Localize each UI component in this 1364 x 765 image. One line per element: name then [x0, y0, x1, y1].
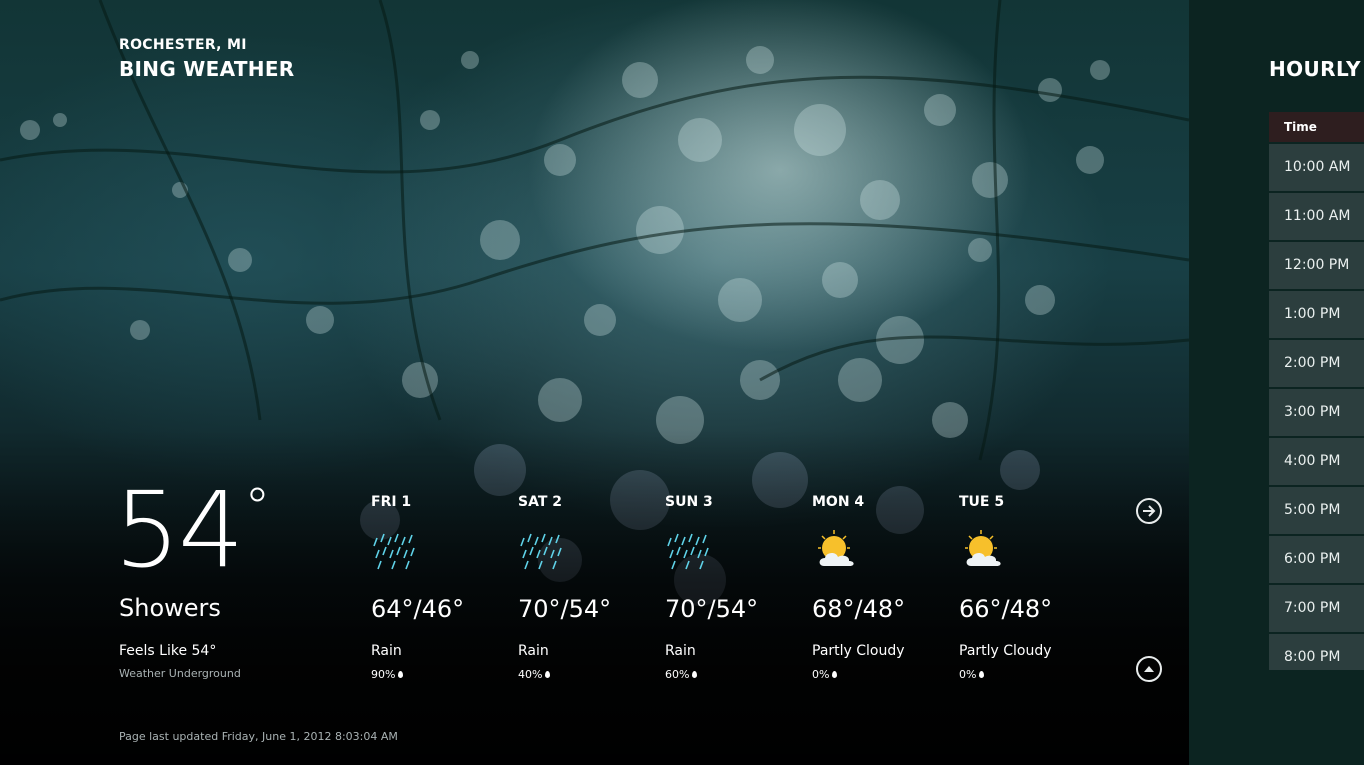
day-precipitation: 0%: [812, 668, 838, 681]
feels-like: Feels Like 54°: [119, 643, 217, 659]
hourly-panel: HOURLY Time 10:00 AM 11:00 AM 12:00 PM 1…: [1189, 0, 1364, 765]
day-name: SUN 3: [665, 494, 713, 510]
forecast-day[interactable]: TUE 5 66°/48° Partly Cloudy 0%: [959, 494, 1099, 681]
day-name: FRI 1: [371, 494, 412, 510]
hourly-time: 7:00 PM: [1284, 600, 1341, 616]
day-temperatures: 64°/46°: [371, 595, 465, 623]
day-precipitation: 60%: [665, 668, 698, 681]
hourly-row[interactable]: 11:00 AM: [1269, 193, 1364, 240]
next-forecast-button[interactable]: [1136, 498, 1162, 524]
time-column-header: Time: [1269, 112, 1364, 142]
rain-icon: [520, 533, 562, 570]
hourly-time: 6:00 PM: [1284, 551, 1341, 567]
time-header-label: Time: [1284, 120, 1317, 134]
day-temperatures: 68°/48°: [812, 595, 906, 623]
day-condition: Rain: [371, 643, 402, 659]
raindrop-icon: [398, 671, 404, 678]
day-precipitation: 90%: [371, 668, 404, 681]
precip-value: 0%: [812, 668, 830, 681]
hourly-row[interactable]: 8:00 PM: [1269, 634, 1364, 670]
arrow-right-icon: [1143, 505, 1156, 517]
hourly-title: HOURLY: [1269, 57, 1361, 81]
rain-icon: [667, 533, 709, 570]
day-condition: Rain: [665, 643, 696, 659]
forecast-day[interactable]: SAT 2 70°/54° Rain 40%: [518, 494, 658, 681]
hourly-row[interactable]: 6:00 PM: [1269, 536, 1364, 583]
hourly-row[interactable]: 5:00 PM: [1269, 487, 1364, 534]
precip-value: 0%: [959, 668, 977, 681]
partly-cloudy-icon: [818, 530, 854, 566]
day-condition: Partly Cloudy: [959, 643, 1052, 659]
precip-value: 90%: [371, 668, 396, 681]
rain-icon: [373, 533, 415, 570]
hourly-time: 4:00 PM: [1284, 453, 1341, 469]
hourly-row[interactable]: 2:00 PM: [1269, 340, 1364, 387]
day-precipitation: 40%: [518, 668, 551, 681]
day-temperatures: 70°/54°: [665, 595, 759, 623]
day-condition: Partly Cloudy: [812, 643, 905, 659]
forecast-day[interactable]: MON 4 68°/48° Partly Cloudy 0%: [812, 494, 952, 681]
raindrop-icon: [979, 671, 985, 678]
forecast-day[interactable]: FRI 1 64°/46° Rain 90%: [371, 494, 511, 681]
precip-value: 40%: [518, 668, 543, 681]
forecast-day[interactable]: SUN 3 70°/54° Rain 60%: [665, 494, 805, 681]
hourly-time: 5:00 PM: [1284, 502, 1341, 518]
raindrop-icon: [692, 671, 698, 678]
provider-link[interactable]: Weather Underground: [119, 667, 241, 680]
current-condition: Showers: [119, 594, 221, 622]
day-name: SAT 2: [518, 494, 562, 510]
degree-symbol: °: [244, 478, 270, 538]
hourly-time: 12:00 PM: [1284, 257, 1350, 273]
hourly-time: 11:00 AM: [1284, 208, 1351, 224]
precip-value: 60%: [665, 668, 690, 681]
day-name: MON 4: [812, 494, 865, 510]
current-temperature: 54°: [114, 478, 270, 582]
raindrop-icon: [545, 671, 551, 678]
app-title: BING WEATHER: [119, 57, 295, 81]
hourly-row[interactable]: 4:00 PM: [1269, 438, 1364, 485]
day-name: TUE 5: [959, 494, 1005, 510]
hourly-time: 1:00 PM: [1284, 306, 1341, 322]
hourly-row[interactable]: 3:00 PM: [1269, 389, 1364, 436]
raindrop-icon: [832, 671, 838, 678]
hourly-time: 10:00 AM: [1284, 159, 1351, 175]
day-condition: Rain: [518, 643, 549, 659]
hourly-time: 3:00 PM: [1284, 404, 1341, 420]
location-label[interactable]: ROCHESTER, MI: [119, 37, 247, 53]
day-temperatures: 66°/48°: [959, 595, 1053, 623]
partly-cloudy-icon: [965, 530, 1001, 566]
hourly-row[interactable]: 12:00 PM: [1269, 242, 1364, 289]
expand-details-button[interactable]: [1136, 656, 1162, 682]
hourly-row[interactable]: 7:00 PM: [1269, 585, 1364, 632]
temperature-value: 54: [114, 469, 244, 591]
hourly-row[interactable]: 10:00 AM: [1269, 144, 1364, 191]
chevron-up-icon: [1144, 666, 1154, 672]
hourly-time: 8:00 PM: [1284, 649, 1341, 665]
day-precipitation: 0%: [959, 668, 985, 681]
hourly-row[interactable]: 1:00 PM: [1269, 291, 1364, 338]
day-temperatures: 70°/54°: [518, 595, 612, 623]
hourly-time: 2:00 PM: [1284, 355, 1341, 371]
last-updated-text: Page last updated Friday, June 1, 2012 8…: [119, 730, 398, 743]
